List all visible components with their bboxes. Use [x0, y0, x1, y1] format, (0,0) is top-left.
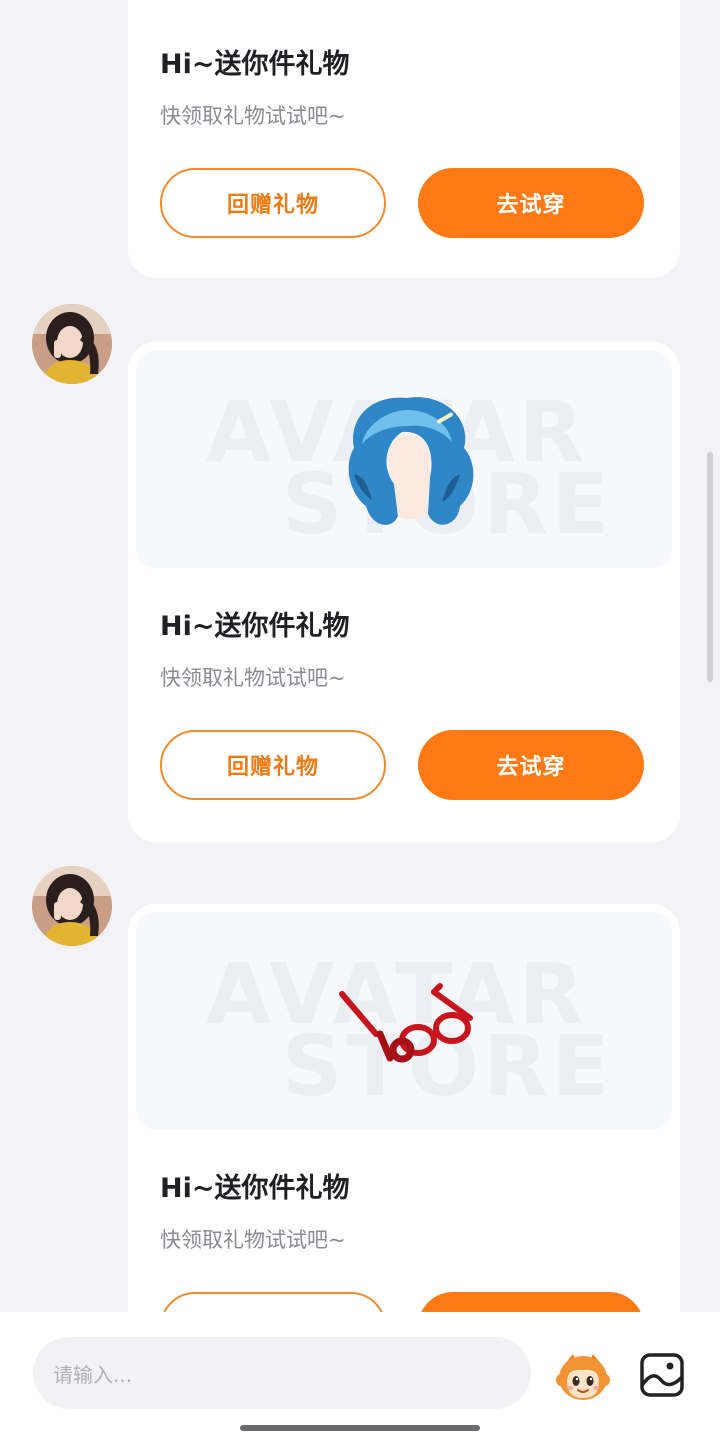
scrollbar[interactable]: [707, 452, 713, 682]
monkey-face-emoji-icon[interactable]: [555, 1350, 611, 1402]
gift-message-card: Hi~送你件礼物 快领取礼物试试吧~ 回赠礼物 去试穿: [128, 0, 680, 278]
red-glasses-image: [339, 983, 473, 1063]
gift-subtitle: 快领取礼物试试吧~: [160, 1228, 346, 1252]
return-gift-button[interactable]: 回赠礼物: [160, 168, 386, 238]
gift-subtitle: 快领取礼物试试吧~: [160, 666, 346, 690]
gift-subtitle: 快领取礼物试试吧~: [160, 104, 346, 128]
home-indicator: [240, 1425, 480, 1431]
sender-avatar[interactable]: [32, 304, 112, 384]
message-input[interactable]: 请输入...: [33, 1337, 531, 1409]
return-gift-button[interactable]: 回赠礼物: [160, 730, 386, 800]
blue-hair-image: [348, 397, 474, 525]
gift-title: Hi~送你件礼物: [160, 1173, 350, 1204]
gift-preview[interactable]: AVATAR STORE: [136, 912, 672, 1130]
try-on-button[interactable]: 去试穿: [418, 730, 644, 800]
image-picture-icon[interactable]: [639, 1352, 685, 1398]
message-input-bar: 请输入...: [0, 1312, 720, 1434]
gift-preview[interactable]: AVATAR STORE: [136, 350, 672, 568]
sender-avatar[interactable]: [32, 866, 112, 946]
gift-title: Hi~送你件礼物: [160, 49, 350, 80]
try-on-button[interactable]: 去试穿: [418, 168, 644, 238]
gift-message-card: AVATAR STORE Hi~送你件礼物 快领取礼物试试吧~ 回赠礼物 去试穿: [128, 342, 680, 842]
gift-title: Hi~送你件礼物: [160, 611, 350, 642]
